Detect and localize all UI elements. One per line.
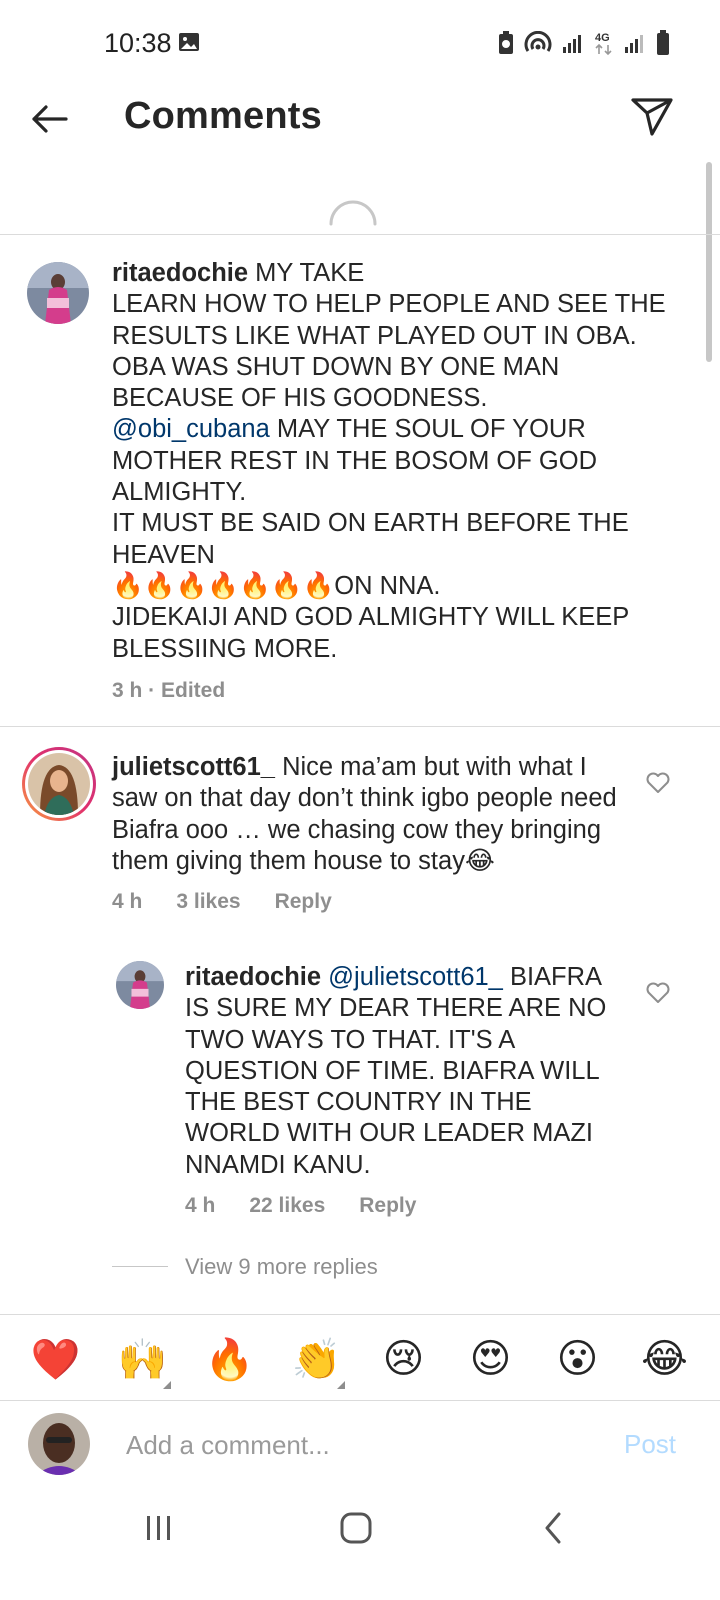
network-4g-icon: 4G — [595, 32, 612, 56]
comment-text: MAY THE SOUL OF YOUR MOTHER REST IN THE … — [112, 415, 629, 663]
comment-username[interactable]: ritaedochie — [112, 259, 248, 287]
skin-tone-indicator-icon — [162, 1380, 171, 1389]
recent-apps-icon[interactable] — [144, 1508, 174, 1548]
view-more-replies-button[interactable]: View 9 more replies — [185, 1254, 378, 1280]
emoji-crying[interactable]: 😢 — [372, 1336, 436, 1382]
emoji-quick-bar: ❤️ 🙌 🔥 👏 😢 😍 😮 😂 — [0, 1320, 720, 1398]
avatar-photo — [116, 961, 164, 1009]
comment-meta: 4 h 22 likes Reply — [185, 1194, 416, 1218]
comment-input[interactable] — [124, 1424, 608, 1466]
comment-time: 4 h — [185, 1194, 216, 1217]
comment-likes[interactable]: 3 likes — [176, 890, 240, 914]
emoji-fire[interactable]: 🔥 — [198, 1336, 262, 1383]
battery-saver-icon — [499, 31, 513, 54]
like-heart-icon[interactable] — [645, 771, 671, 795]
image-notification-icon — [179, 33, 199, 51]
emoji-raised-hands-glyph: 🙌 — [117, 1336, 168, 1383]
current-user-avatar — [28, 1413, 90, 1475]
emoji-heart[interactable]: ❤️ — [24, 1336, 88, 1383]
emoji-clapping-glyph: 👏 — [291, 1336, 342, 1383]
comment-username[interactable]: ritaedochie — [185, 963, 321, 991]
divider — [0, 726, 720, 727]
divider — [0, 1400, 720, 1401]
comment-time: 4 h — [112, 890, 143, 913]
skin-tone-indicator-icon — [336, 1380, 345, 1389]
reply-text-block: ritaedochie @julietscott61_ BIAFRA IS SU… — [185, 962, 630, 1181]
divider — [0, 234, 720, 235]
avatar-story-ring[interactable] — [22, 747, 96, 821]
emoji-laughing[interactable]: 😂 — [633, 1336, 697, 1382]
comment-text: BIAFRA IS SURE MY DEAR THERE ARE NO TWO … — [185, 963, 613, 1179]
avatar[interactable] — [27, 262, 89, 324]
avatar-photo — [27, 262, 89, 324]
hotspot-icon — [524, 31, 552, 52]
emoji-heart-eyes[interactable]: 😍 — [459, 1336, 523, 1382]
comment-username[interactable]: julietscott61_ — [112, 753, 275, 781]
loading-spinner-icon — [329, 200, 377, 226]
signal-2-icon — [625, 35, 643, 53]
emoji-raised-hands[interactable]: 🙌 — [111, 1336, 175, 1389]
send-direct-icon[interactable] — [628, 92, 676, 140]
comment-time: 3 h · Edited — [112, 679, 226, 702]
status-icons: 4G — [498, 28, 670, 58]
nav-back-icon[interactable] — [540, 1508, 566, 1548]
comment-text-block: julietscott61_ Nice ma’am but with what … — [112, 752, 632, 877]
emoji-surprised[interactable]: 😮 — [546, 1336, 610, 1382]
post-button[interactable]: Post — [624, 1429, 676, 1460]
page-title: Comments — [124, 95, 322, 137]
svg-text:4G: 4G — [595, 32, 610, 44]
reply-button[interactable]: Reply — [359, 1194, 416, 1218]
comment-meta: 3 h · Edited — [112, 679, 225, 703]
comment-meta: 4 h 3 likes Reply — [112, 890, 332, 914]
mention-link[interactable]: @julietscott61_ — [328, 963, 503, 991]
status-time: 10:38 — [104, 28, 172, 58]
like-heart-icon[interactable] — [645, 981, 671, 1005]
avatar-photo — [28, 753, 90, 815]
scrollbar[interactable] — [706, 162, 712, 362]
avatar-photo — [28, 1413, 90, 1475]
signal-icon — [563, 35, 581, 53]
back-arrow-icon[interactable] — [28, 97, 72, 141]
caption-text: ritaedochie MY TAKE LEARN HOW TO HELP PE… — [112, 258, 672, 665]
emoji-clapping[interactable]: 👏 — [285, 1336, 349, 1389]
reply-button[interactable]: Reply — [275, 890, 332, 914]
battery-icon — [657, 30, 669, 55]
divider — [0, 1314, 720, 1315]
view-replies-line — [112, 1266, 168, 1267]
mention-link[interactable]: @obi_cubana — [112, 415, 270, 443]
home-icon[interactable] — [338, 1508, 374, 1548]
comment-likes[interactable]: 22 likes — [249, 1194, 325, 1218]
avatar[interactable] — [116, 961, 164, 1009]
